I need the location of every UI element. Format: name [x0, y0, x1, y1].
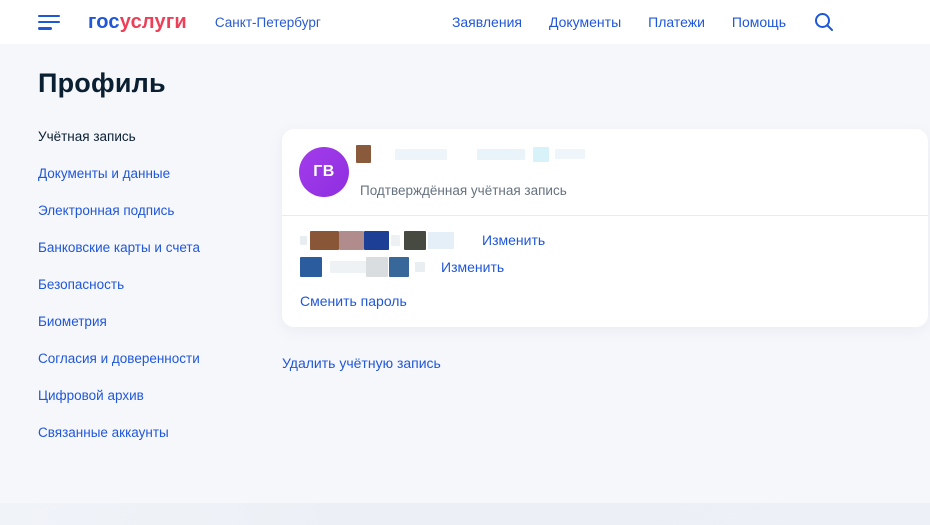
redaction-block	[364, 230, 389, 250]
redaction-block	[533, 146, 549, 162]
redaction-block	[395, 148, 447, 160]
card-divider	[282, 215, 928, 216]
page-title: Профиль	[38, 68, 166, 98]
logo-text-red: услуги	[119, 10, 187, 33]
change-personal-data-link[interactable]: Изменить	[482, 232, 545, 248]
redaction-block	[330, 261, 366, 273]
change-password-link[interactable]: Сменить пароль	[300, 293, 407, 309]
redaction-block	[310, 230, 339, 250]
redaction-block	[366, 257, 388, 277]
redaction-block	[356, 145, 371, 163]
redaction-block	[300, 235, 307, 245]
hamburger-menu-icon[interactable]	[38, 14, 60, 30]
sidebar-item-esignature[interactable]: Электронная подпись	[38, 204, 268, 218]
delete-account-link[interactable]: Удалить учётную запись	[282, 355, 441, 371]
sidebar-item-biometrics[interactable]: Биометрия	[38, 315, 268, 329]
redacted-contact-data	[300, 257, 425, 277]
redaction-block	[477, 148, 525, 160]
logo-text-blue: гос	[88, 10, 120, 33]
avatar[interactable]: ГВ	[299, 147, 349, 197]
header-nav: Заявления Документы Платежи Помощь	[452, 11, 835, 33]
search-icon[interactable]	[813, 11, 835, 33]
redacted-personal-data	[300, 230, 454, 250]
account-status-label: Подтверждённая учётная запись	[360, 183, 567, 198]
header-left-group: госуслуги Санкт-Петербург	[38, 11, 321, 34]
redaction-block	[389, 257, 409, 277]
redaction-block	[555, 149, 585, 159]
sidebar-item-digital-archive[interactable]: Цифровой архив	[38, 389, 268, 403]
sidebar-item-security[interactable]: Безопасность	[38, 278, 268, 292]
redaction-block	[300, 257, 322, 277]
redaction-block	[428, 231, 454, 249]
redacted-user-name	[356, 144, 585, 164]
sidebar-item-documents-data[interactable]: Документы и данные	[38, 167, 268, 181]
redaction-block	[339, 230, 364, 250]
change-contact-data-link[interactable]: Изменить	[441, 259, 504, 275]
sidebar-item-account[interactable]: Учётная запись	[38, 130, 268, 144]
sidebar-item-bank-cards[interactable]: Банковские карты и счета	[38, 241, 268, 255]
profile-sidebar: Учётная запись Документы и данные Электр…	[38, 130, 268, 440]
top-header: госуслуги Санкт-Петербург Заявления Доку…	[0, 0, 930, 44]
nav-link-zayavleniya[interactable]: Заявления	[452, 14, 522, 30]
gosuslugi-logo[interactable]: госуслуги	[88, 11, 187, 34]
personal-data-row: Изменить	[300, 230, 545, 250]
account-card: ГВ Подтверждённая учётная запись Изменит…	[282, 129, 928, 327]
nav-link-platezhi[interactable]: Платежи	[648, 14, 705, 30]
sidebar-item-consents[interactable]: Согласия и доверенности	[38, 352, 268, 366]
contact-data-row: Изменить	[300, 257, 504, 277]
nav-link-dokumenty[interactable]: Документы	[549, 14, 621, 30]
redaction-block	[415, 262, 425, 272]
redaction-block	[391, 234, 400, 246]
sidebar-item-linked-accounts[interactable]: Связанные аккаунты	[38, 426, 268, 440]
footer-strip	[0, 503, 930, 525]
region-selector[interactable]: Санкт-Петербург	[215, 15, 321, 30]
gosuslugi-profile-page: госуслуги Санкт-Петербург Заявления Доку…	[0, 0, 930, 525]
nav-link-pomosch[interactable]: Помощь	[732, 14, 786, 30]
redaction-block	[404, 230, 426, 250]
